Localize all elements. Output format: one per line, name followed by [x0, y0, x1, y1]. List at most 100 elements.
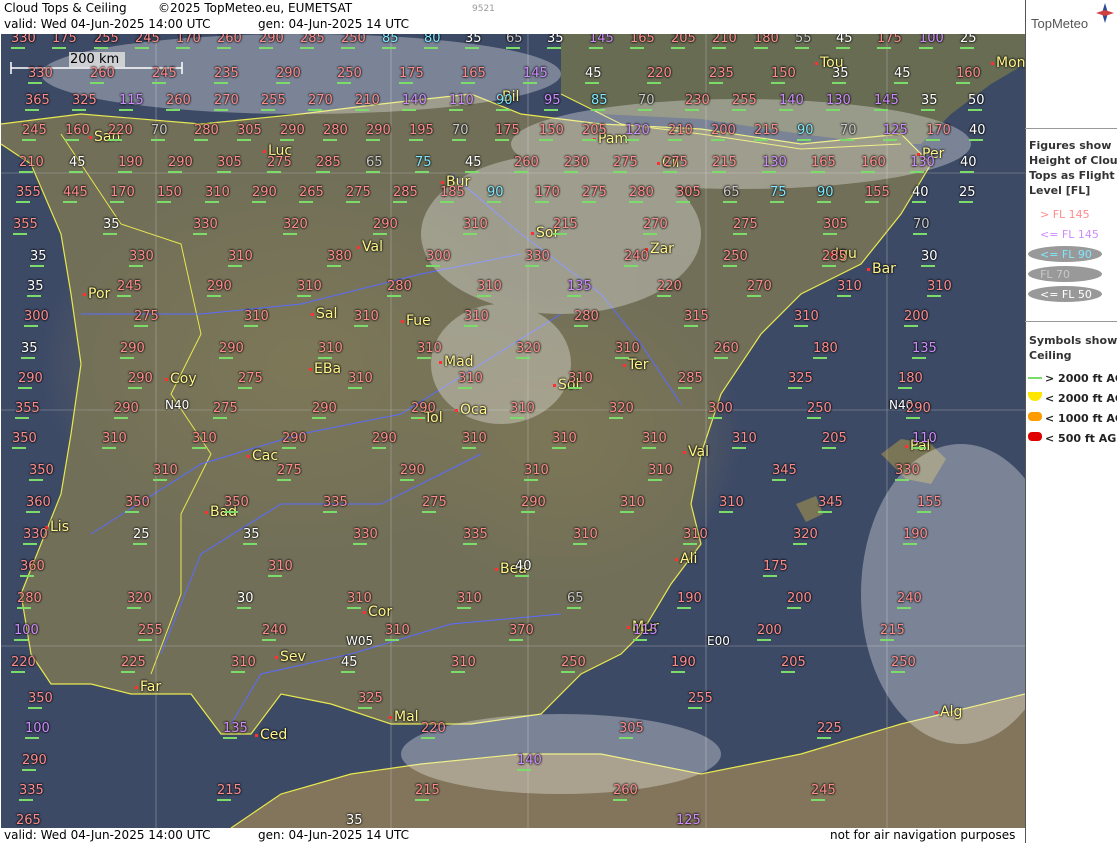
- cloud-top-value: 320: [793, 528, 818, 545]
- cloud-top-value: 120: [625, 124, 650, 141]
- cloud-top-value: 175: [399, 67, 424, 84]
- legend-symbol-title: Ceiling: [1029, 349, 1072, 362]
- cloud-top-value: 360: [20, 560, 45, 577]
- cloud-top-value: 145: [874, 94, 899, 111]
- city-label: Cac: [247, 449, 278, 464]
- valid-time: valid: Wed 04-Jun-2025 14:00 UTC: [4, 17, 211, 31]
- cloud-top-value: 310: [102, 432, 127, 449]
- cloud-top-value: 45: [894, 67, 911, 84]
- cloud-top-value: 310: [347, 592, 372, 609]
- cloud-top-value: 25: [960, 34, 977, 49]
- cloud-top-value: 260: [514, 156, 539, 173]
- cloud-top-value: 310: [683, 528, 708, 545]
- cloud-top-value: 260: [217, 34, 242, 49]
- cloud-top-value: 250: [337, 67, 362, 84]
- cloud-top-value: 330: [23, 528, 48, 545]
- cloud-top-value: 230: [564, 156, 589, 173]
- cloud-top-value: 35: [27, 280, 44, 297]
- cloud-top-value: 245: [117, 280, 142, 297]
- cloud-top-value: 290: [168, 156, 193, 173]
- cloud-top-value: 180: [898, 372, 923, 389]
- cloud-top-value: 250: [723, 250, 748, 267]
- cloud-top-value: 310: [268, 560, 293, 577]
- cloud-top-value: 275: [134, 310, 159, 327]
- cloud-top-value: 310: [719, 496, 744, 513]
- cloud-top-value: 250: [341, 34, 366, 49]
- cloud-top-value: 310: [192, 432, 217, 449]
- cloud-top-value: 290: [366, 124, 391, 141]
- cloud-top-value: 360: [26, 496, 51, 513]
- cloud-top-value: 290: [276, 67, 301, 84]
- cloud-top-value: 310: [297, 280, 322, 297]
- cloud-top-value: 220: [657, 280, 682, 297]
- cloud-top-value: 165: [811, 156, 836, 173]
- cloud-top-value: 265: [299, 186, 324, 203]
- cloud-top-value: 270: [643, 218, 668, 235]
- map-geography: [1, 34, 1025, 828]
- cloud-top-value: 290: [521, 496, 546, 513]
- cloud-top-value: 290: [18, 372, 43, 389]
- cloud-top-value: 310: [732, 432, 757, 449]
- cloud-top-value: 35: [465, 34, 482, 49]
- cloud-top-value: 125: [883, 124, 908, 141]
- cloud-top-value: 215: [415, 784, 440, 801]
- cloud-top-value: 245: [135, 34, 160, 49]
- cloud-top-value: 185: [440, 186, 465, 203]
- cloud-top-value: 50: [968, 94, 985, 111]
- cloud-top-value: 110: [912, 432, 937, 449]
- cloud-top-value: 160: [956, 67, 981, 84]
- cloud-top-value: 330: [11, 34, 36, 49]
- cloud-top-value: 255: [732, 94, 757, 111]
- cloud-top-value: 190: [677, 592, 702, 609]
- cloud-top-value: 140: [779, 94, 804, 111]
- copyright-text: ©2025 TopMeteo.eu, EUMETSAT: [158, 1, 353, 15]
- cloud-top-value: 65: [723, 186, 740, 203]
- cloud-top-value: 200: [711, 124, 736, 141]
- cloud-top-value: 285: [316, 156, 341, 173]
- cloud-top-value: 270: [747, 280, 772, 297]
- cloud-top-value: 150: [771, 67, 796, 84]
- cloud-top-value: 330: [525, 250, 550, 267]
- city-label: Bar: [867, 262, 896, 277]
- cloud-top-value: 130: [826, 94, 851, 111]
- legend-ceiling-swatch: [1028, 412, 1042, 421]
- cloud-top-value: 290: [114, 402, 139, 419]
- cloud-top-value: 310: [837, 280, 862, 297]
- cloud-top-value: 335: [463, 528, 488, 545]
- legend-title-line: Figures show: [1029, 139, 1112, 152]
- cloud-top-value: 280: [194, 124, 219, 141]
- cloud-top-value: 100: [25, 722, 50, 739]
- cloud-top-value: 275: [267, 156, 292, 173]
- cloud-top-value: 330: [129, 250, 154, 267]
- legend-ceiling-item: > 2000 ft AGL: [1045, 372, 1117, 385]
- cloud-top-value: 290: [906, 402, 931, 419]
- legend-fl-item: > FL 145: [1040, 208, 1090, 221]
- cloud-top-value: 45: [585, 67, 602, 84]
- cloud-top-value: 160: [861, 156, 886, 173]
- cloud-top-value: 275: [733, 218, 758, 235]
- cloud-top-value: 310: [463, 218, 488, 235]
- cloud-top-value: 35: [243, 528, 260, 545]
- city-label: Por: [83, 287, 110, 302]
- cloud-top-value: 310: [648, 464, 673, 481]
- cloud-top-value: 260: [613, 784, 638, 801]
- cloud-top-value: 280: [574, 310, 599, 327]
- cloud-top-value: 345: [818, 496, 843, 513]
- cloud-top-value: 205: [582, 124, 607, 141]
- cloud-top-value: 65: [366, 156, 383, 173]
- cloud-top-value: 145: [523, 67, 548, 84]
- cloud-top-value: 285: [300, 34, 325, 49]
- cloud-top-value: 85: [591, 94, 608, 111]
- graticule-label: W05: [346, 634, 374, 648]
- cloud-top-value: 70: [840, 124, 857, 141]
- cloud-top-value: 135: [223, 722, 248, 739]
- cloud-top-value: 70: [638, 94, 655, 111]
- cloud-top-value: 310: [464, 310, 489, 327]
- cloud-top-value: 290: [280, 124, 305, 141]
- satellite-map[interactable]: 200 km San Bil Pam Tou Mon Per Luc Cil Bur Val Sor…: [1, 34, 1025, 828]
- cloud-top-value: 40: [515, 560, 532, 577]
- cloud-top-value: 275: [238, 372, 263, 389]
- scale-bar-label: 200 km: [70, 52, 120, 67]
- cloud-top-value: 355: [15, 402, 40, 419]
- graticule-label: E00: [707, 634, 730, 648]
